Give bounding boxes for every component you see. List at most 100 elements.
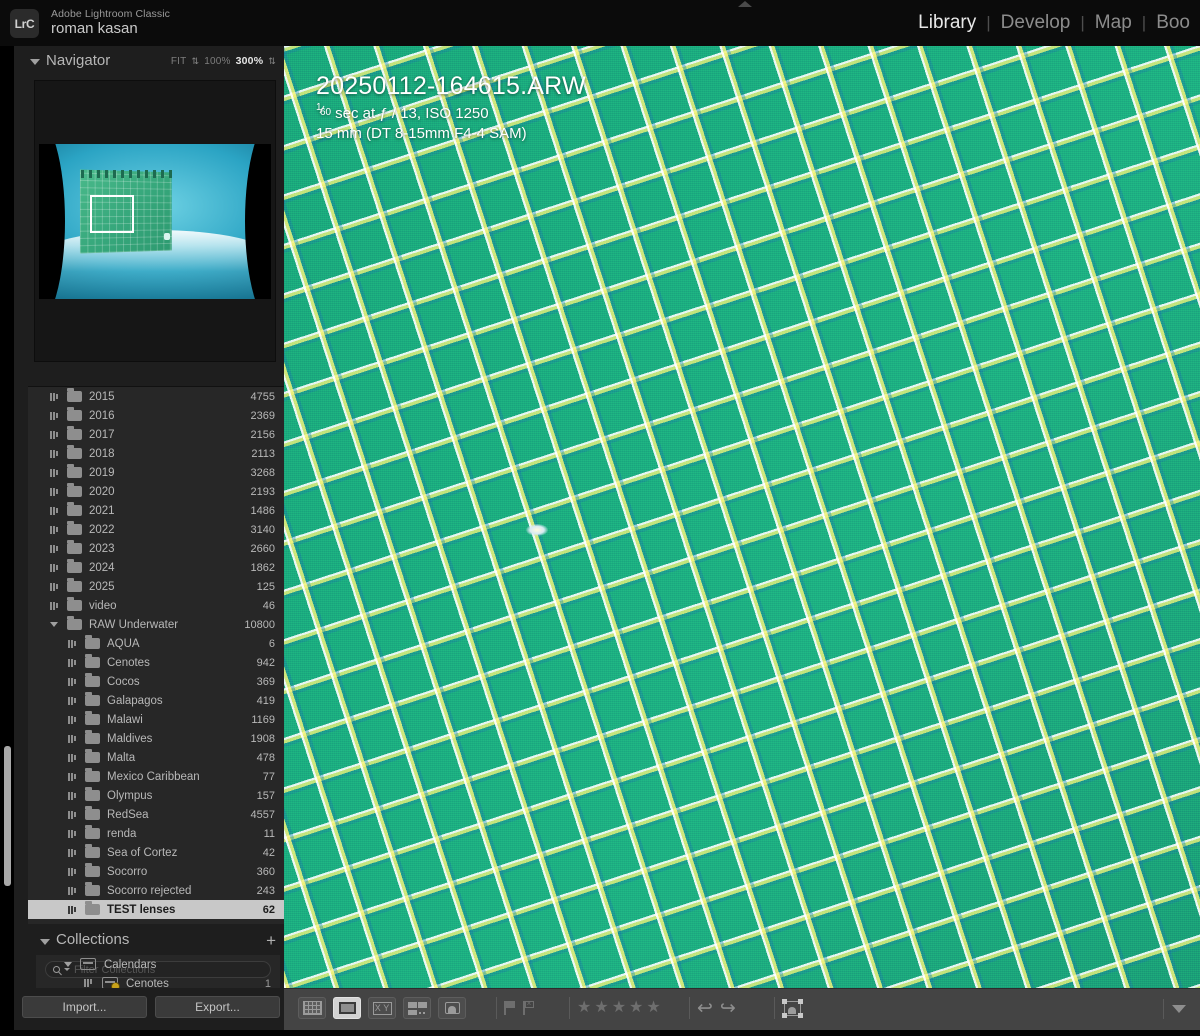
flag-pick-icon[interactable] xyxy=(504,1001,516,1015)
folder-stack-icon[interactable] xyxy=(50,411,62,420)
folder-row[interactable]: 2020 2193 xyxy=(28,482,284,501)
star-rating[interactable]: ★ ★ ★ ★ ★ xyxy=(577,1000,661,1016)
folder-row[interactable]: Galapagos 419 xyxy=(28,691,284,710)
rotate-right-icon[interactable]: ↪ xyxy=(720,999,736,1018)
folder-stack-icon[interactable] xyxy=(50,563,62,572)
folder-stack-icon[interactable] xyxy=(50,601,62,610)
folder-row[interactable]: Sea of Cortez 42 xyxy=(28,843,284,862)
toolbar-toggle-arrow-icon[interactable] xyxy=(1172,1005,1186,1013)
zoom-custom-spinner-icon[interactable]: ⇅ xyxy=(268,56,276,67)
folder-stack-icon[interactable] xyxy=(68,867,80,876)
loupe-view-area[interactable]: 20250112-164615.ARW 1 60 sec at ƒ / 13, … xyxy=(284,46,1200,988)
module-book[interactable]: Boo xyxy=(1146,12,1200,34)
folder-stack-icon[interactable] xyxy=(50,487,62,496)
module-library[interactable]: Library xyxy=(908,12,986,34)
crop-overlay-icon[interactable] xyxy=(782,998,803,1018)
folder-stack-icon[interactable] xyxy=(68,772,80,781)
folder-row[interactable]: Socorro rejected 243 xyxy=(28,881,284,900)
people-view-button[interactable] xyxy=(438,997,466,1019)
export-button[interactable]: Export... xyxy=(155,996,280,1018)
navigator-header[interactable]: Navigator FIT ⇅ 100% 300% ⇅ xyxy=(14,50,284,74)
folder-row[interactable]: 2023 2660 xyxy=(28,539,284,558)
folder-row[interactable]: RAW Underwater 10800 xyxy=(28,615,284,634)
folder-row[interactable]: 2024 1862 xyxy=(28,558,284,577)
folder-row[interactable]: Malta 478 xyxy=(28,748,284,767)
navigator-preview[interactable] xyxy=(34,80,276,362)
folder-row[interactable]: Socorro 360 xyxy=(28,862,284,881)
module-map[interactable]: Map xyxy=(1085,12,1142,34)
compare-view-button[interactable]: X Y xyxy=(368,997,396,1019)
folder-row[interactable]: renda 11 xyxy=(28,824,284,843)
folder-row[interactable]: 2021 1486 xyxy=(28,501,284,520)
collection-row[interactable]: Cenotes 1 xyxy=(36,974,280,988)
folder-stack-icon[interactable] xyxy=(68,905,80,914)
folder-stack-icon[interactable] xyxy=(68,696,80,705)
folder-stack-icon[interactable] xyxy=(68,848,80,857)
folder-row[interactable]: 2022 3140 xyxy=(28,520,284,539)
photo-image[interactable] xyxy=(284,46,1200,988)
folder-row[interactable]: Olympus 157 xyxy=(28,786,284,805)
folder-row[interactable]: 2015 4755 xyxy=(28,387,284,406)
folder-stack-icon[interactable] xyxy=(50,582,62,591)
collection-stack-icon[interactable] xyxy=(84,979,96,988)
star-2[interactable]: ★ xyxy=(594,1000,608,1016)
collection-row[interactable]: Calendars xyxy=(36,955,280,974)
navigator-disclosure-triangle-icon[interactable] xyxy=(30,59,40,65)
folder-row[interactable]: TEST lenses 62 xyxy=(28,900,284,919)
star-1[interactable]: ★ xyxy=(577,1000,591,1016)
module-develop[interactable]: Develop xyxy=(991,12,1081,34)
rotate-left-icon[interactable]: ↩ xyxy=(697,999,713,1018)
folder-row[interactable]: 2019 3268 xyxy=(28,463,284,482)
navigator-view-rectangle[interactable] xyxy=(90,194,135,233)
left-panel-scrollbar[interactable] xyxy=(4,746,11,886)
star-5[interactable]: ★ xyxy=(646,1000,660,1016)
zoom-fit-spinner-icon[interactable]: ⇅ xyxy=(191,56,199,67)
folder-row[interactable]: 2016 2369 xyxy=(28,406,284,425)
folder-disclosure-triangle-icon[interactable] xyxy=(50,622,58,627)
import-button[interactable]: Import... xyxy=(22,996,147,1018)
folder-stack-icon[interactable] xyxy=(68,886,80,895)
zoom-300[interactable]: 300% xyxy=(236,55,264,67)
folder-stack-icon[interactable] xyxy=(50,430,62,439)
identity-plate-user[interactable]: roman kasan xyxy=(51,20,138,37)
folder-row[interactable]: Mexico Caribbean 77 xyxy=(28,767,284,786)
folder-stack-icon[interactable] xyxy=(50,449,62,458)
folder-stack-icon[interactable] xyxy=(68,753,80,762)
collections-list[interactable]: CalendarsCenotes1Cenotes A320 xyxy=(36,955,280,988)
collection-disclosure-triangle-icon[interactable] xyxy=(64,962,72,967)
folder-stack-icon[interactable] xyxy=(68,715,80,724)
folder-row[interactable]: video 46 xyxy=(28,596,284,615)
folder-stack-icon[interactable] xyxy=(68,677,80,686)
star-4[interactable]: ★ xyxy=(629,1000,643,1016)
folder-row[interactable]: 2017 2156 xyxy=(28,425,284,444)
grid-view-button[interactable] xyxy=(298,997,326,1019)
folder-row[interactable]: 2025 125 xyxy=(28,577,284,596)
folder-stack-icon[interactable] xyxy=(68,658,80,667)
folder-row[interactable]: Cocos 369 xyxy=(28,672,284,691)
folders-list[interactable]: 2015 4755 2016 2369 2017 2156 2018 2113 2019 3268… xyxy=(28,386,284,924)
loupe-view-button[interactable] xyxy=(333,997,361,1019)
folder-stack-icon[interactable] xyxy=(68,734,80,743)
folder-row[interactable]: Cenotes 942 xyxy=(28,653,284,672)
folder-stack-icon[interactable] xyxy=(68,639,80,648)
folder-stack-icon[interactable] xyxy=(50,392,62,401)
folder-row[interactable]: RedSea 4557 xyxy=(28,805,284,824)
survey-view-button[interactable] xyxy=(403,997,431,1019)
folder-stack-icon[interactable] xyxy=(68,829,80,838)
flag-reject-icon[interactable] xyxy=(523,999,535,1015)
add-collection-button[interactable]: + xyxy=(266,931,276,951)
left-panel-edge[interactable] xyxy=(0,46,14,988)
folder-stack-icon[interactable] xyxy=(50,506,62,515)
zoom-fit[interactable]: FIT xyxy=(171,56,187,67)
folder-stack-icon[interactable] xyxy=(50,544,62,553)
collections-disclosure-triangle-icon[interactable] xyxy=(40,939,50,945)
folder-row[interactable]: 2018 2113 xyxy=(28,444,284,463)
top-panel-collapse-arrow-icon[interactable] xyxy=(738,1,752,7)
folder-stack-icon[interactable] xyxy=(68,791,80,800)
folder-stack-icon[interactable] xyxy=(50,468,62,477)
folder-row[interactable]: Malawi 1169 xyxy=(28,710,284,729)
star-3[interactable]: ★ xyxy=(612,1000,626,1016)
folder-row[interactable]: Maldives 1908 xyxy=(28,729,284,748)
folder-row[interactable]: AQUA 6 xyxy=(28,634,284,653)
folder-stack-icon[interactable] xyxy=(68,810,80,819)
